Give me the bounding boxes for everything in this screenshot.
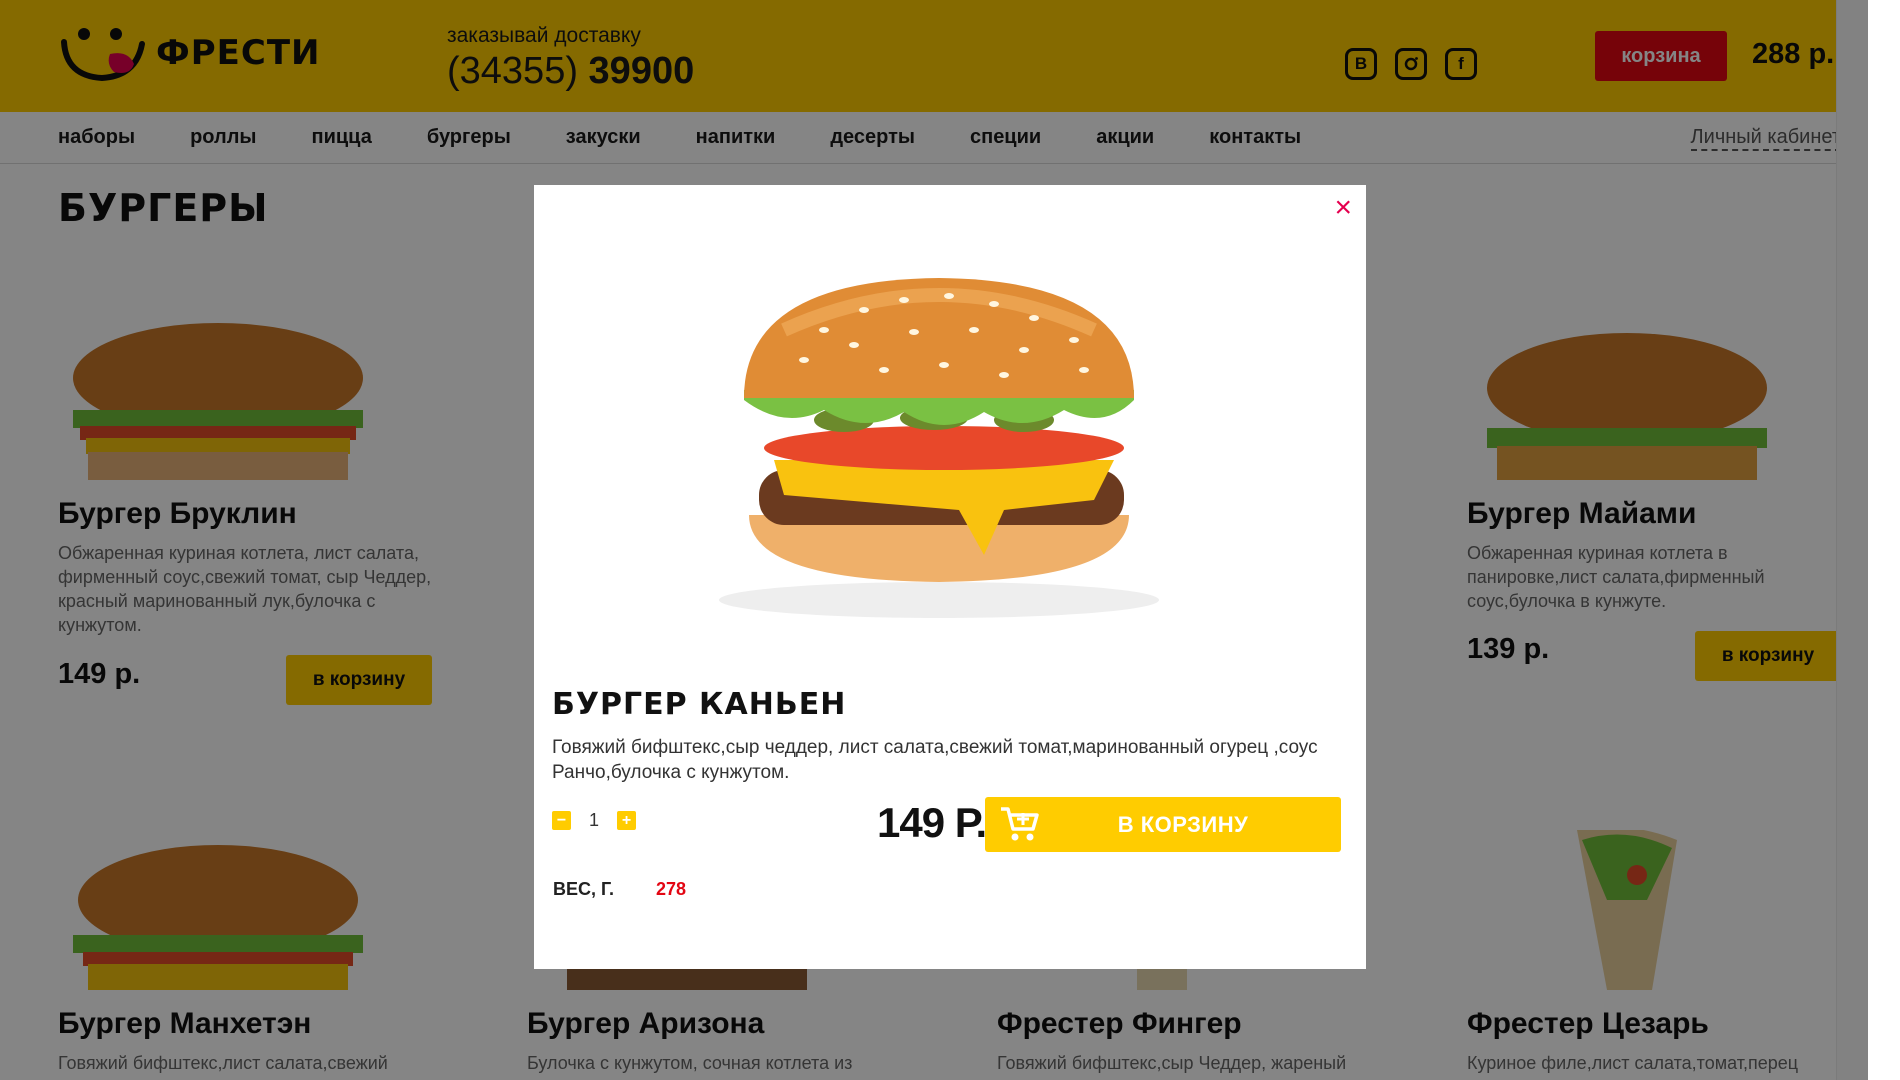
minus-button[interactable]: −: [552, 811, 571, 830]
plus-button[interactable]: +: [617, 811, 636, 830]
weight-label: ВЕС, Г.: [553, 879, 614, 899]
modal-price: 149 Р.: [877, 799, 987, 846]
burger-image: [719, 278, 1159, 618]
modal-product-title: БУРГЕР КАНЬЕН: [552, 687, 847, 722]
add-to-cart-button[interactable]: В КОРЗИНУ: [985, 797, 1341, 852]
quantity-stepper: − 1 +: [552, 810, 636, 831]
close-icon[interactable]: ×: [1334, 193, 1352, 223]
add-to-cart-label: В КОРЗИНУ: [1117, 811, 1249, 837]
modal-product-description: Говяжий бифштекс,сыр чеддер, лист салата…: [552, 737, 1318, 783]
weight-value: 278: [656, 879, 687, 899]
quantity-value: 1: [588, 810, 599, 830]
product-modal: × БУРГЕР КАНЬЕН Говяжий бифштекс,сыр чед…: [534, 185, 1366, 969]
